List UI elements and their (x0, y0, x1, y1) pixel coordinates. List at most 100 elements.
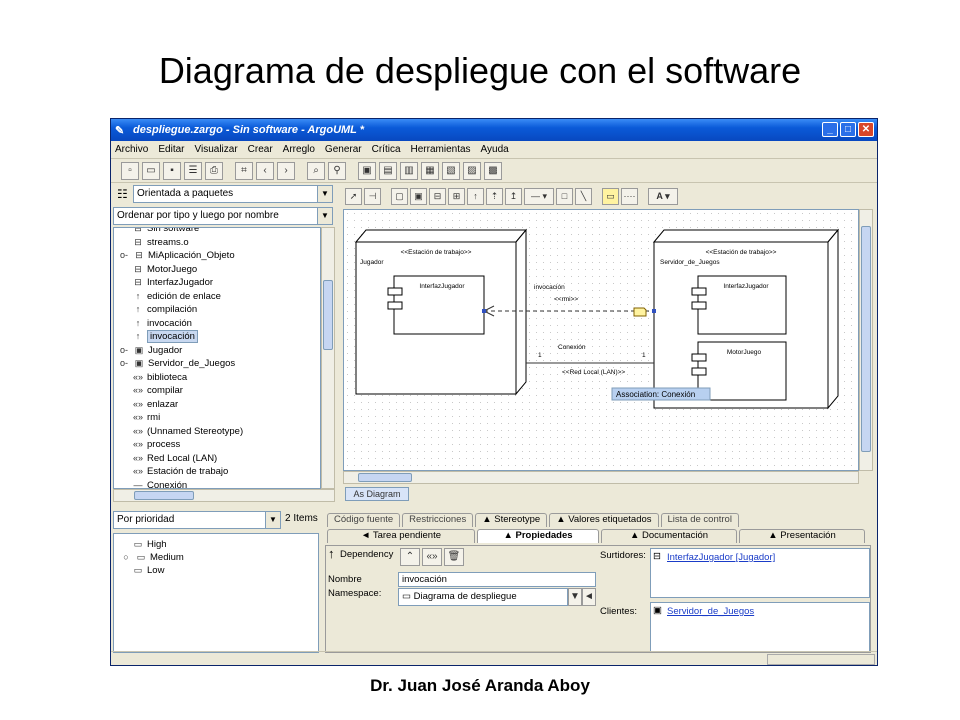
note-marker-icon[interactable] (633, 307, 647, 317)
tree-item[interactable]: o- ⊟ MiAplicación_Objeto (120, 249, 235, 262)
association-tool-icon[interactable]: — ▾ (524, 187, 554, 205)
component-tool-icon[interactable]: ⊟ (429, 187, 446, 205)
tab-propiedades[interactable]: ▲ Propiedades (477, 529, 599, 543)
tree-expand-icon[interactable]: ○ (120, 551, 132, 564)
zoom-icon[interactable]: ⚲ (328, 161, 346, 180)
tree-item[interactable]: ⊟ streams.o (132, 236, 189, 249)
minimize-button[interactable]: _ (822, 122, 838, 137)
diagram-vscroll[interactable] (859, 209, 873, 471)
tab-documentacion[interactable]: ▲ Documentación (601, 529, 737, 543)
todo-item-high[interactable]: ▭ High (132, 538, 167, 551)
interface-tool-icon[interactable]: ↥ (505, 187, 522, 205)
order-combo[interactable]: Ordenar por tipo y luego por nombre ▼ (113, 207, 333, 225)
component-interfaz-jugador-left[interactable]: InterfazJugador (387, 275, 485, 335)
explorer-vscroll[interactable] (321, 227, 335, 489)
menu-generar[interactable]: Generar (325, 144, 362, 155)
save-icon[interactable]: ▪ (163, 161, 181, 180)
diagram-vscroll-thumb[interactable] (861, 226, 871, 452)
delete-trash-icon[interactable]: 🗑 (444, 548, 464, 566)
tab-codigo-fuente[interactable]: Código fuente (327, 513, 401, 527)
node-jugador[interactable]: <<Estación de trabajo>> Jugador Interfaz… (354, 228, 528, 396)
new-diagram-icon-4[interactable]: ▦ (421, 161, 439, 180)
new-diagram-icon-1[interactable]: ▣ (358, 161, 376, 180)
close-button[interactable]: ✕ (858, 122, 874, 137)
tree-item[interactable]: «» Red Local (LAN) (132, 452, 217, 465)
supplier-link[interactable]: InterfazJugador [Jugador] (667, 552, 775, 563)
new-stereotype-icon[interactable]: «» (422, 548, 442, 566)
menu-arreglo[interactable]: Arreglo (283, 144, 315, 155)
tree-item[interactable]: ⊟ MotorJuego (132, 263, 197, 276)
new-diagram-icon-3[interactable]: ▥ (400, 161, 418, 180)
tab-stereotype[interactable]: ▲ Stereotype (475, 513, 548, 527)
name-input[interactable]: invocación (398, 572, 596, 587)
todo-order-combo[interactable]: Por prioridad ▼ (113, 511, 281, 529)
tree-item[interactable]: ↑ compilación (132, 303, 197, 316)
tree-expand-icon[interactable]: o- (118, 357, 130, 370)
maximize-button[interactable]: □ (840, 122, 856, 137)
tab-restricciones[interactable]: Restricciones (402, 513, 474, 527)
menu-archivo[interactable]: Archivo (115, 144, 148, 155)
tree-item[interactable]: «» (Unnamed Stereotype) (132, 425, 243, 438)
explorer-vscroll-thumb[interactable] (323, 280, 333, 350)
client-link[interactable]: Servidor_de_Juegos (667, 606, 754, 617)
font-tool-icon[interactable]: A ▾ (648, 187, 678, 205)
component-interfaz-jugador-right[interactable]: InterfazJugador (691, 275, 787, 335)
suppliers-list[interactable]: ⊟ InterfazJugador [Jugador] (650, 548, 870, 598)
tree-item[interactable]: «» process (132, 438, 180, 451)
select-all-icon[interactable]: ⌗ (235, 161, 253, 180)
navigate-up-icon[interactable]: ⌃ (400, 548, 420, 566)
tab-valores-etiquetados[interactable]: ▲ Valores etiquetados (549, 513, 659, 527)
new-diagram-icon-2[interactable]: ▤ (379, 161, 397, 180)
perspective-combo[interactable]: Orientada a paquetes ▼ (133, 185, 333, 203)
diagram-canvas[interactable]: <<Estación de trabajo>> Jugador Interfaz… (343, 209, 859, 471)
forward-arrow-icon[interactable]: › (277, 161, 295, 180)
tab-as-diagram[interactable]: As Diagram (345, 487, 409, 501)
line-tool-icon[interactable]: ╲ (575, 187, 592, 205)
tree-item[interactable]: — Conexión (132, 479, 188, 489)
explorer-tree[interactable]: ⊟ Sin software ⊟ streams.o o- ⊟ MiAplicación_O… (113, 227, 321, 489)
find-binoculars-icon[interactable]: ⌕ (307, 161, 325, 180)
tab-lista-de-control[interactable]: Lista de control (660, 513, 739, 527)
tree-item[interactable]: «» rmi (132, 411, 160, 424)
dotted-line-tool-icon[interactable]: ···· (621, 187, 638, 205)
namespace-combo[interactable]: ▭ Diagrama de despliegue (398, 588, 568, 606)
chevron-down-icon[interactable]: ▼ (265, 512, 280, 528)
select-pointer-icon[interactable]: ➚ (345, 187, 362, 205)
note-tool-icon[interactable]: ▭ (602, 187, 619, 205)
class-tool-icon[interactable]: ⇡ (486, 187, 503, 205)
menu-editar[interactable]: Editar (158, 144, 184, 155)
diagram-hscroll-thumb[interactable] (358, 473, 412, 482)
project-settings-icon[interactable]: ☰ (184, 161, 202, 180)
open-folder-icon[interactable]: ▭ (142, 161, 160, 180)
tree-expand-icon[interactable]: o- (118, 344, 130, 357)
print-icon[interactable]: ⎙ (205, 161, 223, 180)
diagram-hscroll[interactable] (343, 471, 859, 484)
node-instance-tool-icon[interactable]: ▣ (410, 187, 427, 205)
node-tool-icon[interactable]: ▢ (391, 187, 408, 205)
tree-item[interactable]: ↑ edición de enlace (132, 290, 221, 303)
todo-item-low[interactable]: ▭ Low (132, 564, 165, 577)
tree-expand-icon[interactable]: o- (118, 249, 130, 262)
new-diagram-icon-6[interactable]: ▨ (463, 161, 481, 180)
chevron-down-icon[interactable]: ▼ (568, 588, 582, 606)
new-diagram-icon-5[interactable]: ▧ (442, 161, 460, 180)
broom-icon[interactable]: ⊣ (364, 187, 381, 205)
tree-item[interactable]: o- ▣ Servidor_de_Juegos (120, 357, 235, 370)
chevron-down-icon[interactable]: ▼ (317, 186, 332, 202)
new-diagram-icon-7[interactable]: ▩ (484, 161, 502, 180)
dependency-tool-icon[interactable]: ↑ (467, 187, 484, 205)
menu-crear[interactable]: Crear (248, 144, 273, 155)
menu-ayuda[interactable]: Ayuda (481, 144, 509, 155)
tree-item[interactable]: «» biblioteca (132, 371, 187, 384)
tree-item[interactable]: o- ▣ Jugador (120, 344, 182, 357)
tree-item[interactable]: ⊟ InterfazJugador (132, 276, 213, 289)
association-conexion[interactable]: Conexión 1 1 <<Red Local (LAN)>> (526, 344, 654, 376)
explorer-hscroll[interactable] (113, 489, 335, 502)
todo-tree[interactable]: ▭ High ○ ▭ Medium ▭ Low (113, 533, 319, 653)
tree-item[interactable]: ↑ invocación (132, 317, 192, 330)
node-servidor-de-juegos[interactable]: <<Estación de trabajo>> Servidor_de_Jueg… (652, 228, 840, 410)
menu-herramientas[interactable]: Herramientas (411, 144, 471, 155)
chevron-down-icon[interactable]: ▼ (317, 208, 332, 224)
tab-tarea-pendiente[interactable]: ◄ Tarea pendiente (327, 529, 475, 543)
clients-list[interactable]: ▣ Servidor_de_Juegos (650, 602, 870, 652)
